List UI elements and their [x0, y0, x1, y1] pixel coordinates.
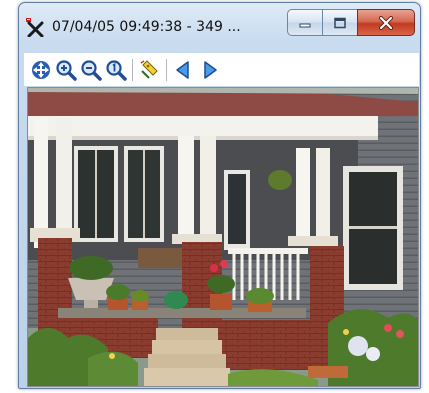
zoom-actual-size-icon — [105, 59, 127, 81]
zoom-out-button[interactable] — [78, 57, 103, 82]
maximize-button[interactable] — [322, 9, 358, 36]
zoom-in-button[interactable] — [53, 57, 78, 82]
maximize-icon — [334, 17, 346, 28]
house-porch-photo — [28, 88, 418, 386]
toolbar-separator — [166, 58, 167, 81]
close-icon — [379, 15, 393, 30]
annotate-icon — [140, 59, 158, 79]
window-title: 07/04/05 09:49:38 - 349 ... — [52, 19, 241, 35]
caption-buttons — [287, 9, 415, 38]
toolbar-separator — [132, 58, 133, 81]
close-button[interactable] — [357, 9, 415, 36]
minimize-button[interactable] — [287, 9, 323, 36]
camera-crossed-icon — [25, 17, 45, 38]
toolbar — [24, 53, 419, 86]
zoom-actual-size-button[interactable] — [103, 57, 128, 82]
image-viewport[interactable] — [27, 87, 419, 387]
zoom-in-icon — [55, 59, 77, 81]
next-button[interactable] — [196, 57, 221, 82]
next-icon — [203, 60, 217, 79]
previous-button[interactable] — [171, 57, 196, 82]
minimize-icon — [299, 23, 311, 27]
title-bar[interactable]: 07/04/05 09:49:38 - 349 ... — [19, 3, 420, 53]
pan-button[interactable] — [28, 57, 53, 82]
zoom-out-icon — [80, 59, 102, 81]
previous-icon — [175, 60, 189, 79]
pan-icon — [31, 60, 50, 79]
image-viewer-window: 07/04/05 09:49:38 - 349 ... — [18, 2, 421, 389]
annotate-button[interactable] — [137, 57, 162, 82]
